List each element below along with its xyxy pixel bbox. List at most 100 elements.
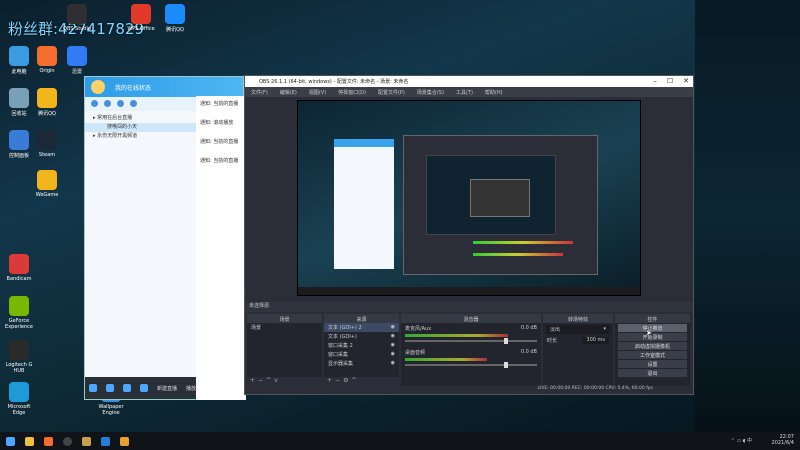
file-explorer-icon[interactable] bbox=[25, 436, 34, 446]
transition-select[interactable]: 淡出 ▾ bbox=[546, 325, 610, 334]
source-item[interactable]: 文本 (GDI+) ◉ bbox=[324, 332, 399, 341]
start-recording-button[interactable]: 开始录制 bbox=[618, 333, 687, 341]
add-icon[interactable]: + bbox=[250, 377, 258, 384]
origin-taskbar-icon[interactable] bbox=[44, 436, 53, 446]
source-item[interactable]: 文本 (GDI+) 2 ◉ bbox=[324, 323, 399, 332]
eye-icon[interactable]: ◉ bbox=[391, 324, 395, 331]
chat-panel: 通知: 当前的直播 通知: 滚动播放 通知: 当前的直播 通知: 当前的直播 bbox=[196, 96, 246, 400]
qq-taskbar-icon[interactable] bbox=[101, 436, 110, 446]
chat-line: 通知: 滚动播放 bbox=[200, 120, 234, 126]
source-item[interactable]: 窗口采集 ◉ bbox=[324, 350, 399, 359]
wegame-icon bbox=[37, 170, 57, 190]
desktop-icon[interactable]: OBS Studio bbox=[60, 4, 94, 32]
studio-mode-bar: 未选择源 bbox=[245, 302, 693, 312]
scene-item[interactable]: 场景 bbox=[247, 323, 322, 332]
mixer-dock: 混音器 麦克风/Aux 0.0 dB 桌面音频 0.0 dB bbox=[401, 314, 541, 386]
obs-statusbar: LIVE: 00:00:00 REC: 00:00:00 CPU: 5.4%, … bbox=[245, 386, 693, 394]
desktop-icon[interactable]: Bandicam bbox=[2, 254, 36, 282]
eye-icon[interactable]: ◉ bbox=[391, 333, 395, 340]
menu-edit[interactable]: 编辑(E) bbox=[280, 89, 297, 96]
minimize-icon[interactable]: – bbox=[653, 77, 657, 85]
volume-slider[interactable] bbox=[405, 362, 537, 368]
controls-dock: 控件 停止推流 开始录制 启动虚拟摄像机 工作室模式 设置 退出 bbox=[615, 314, 690, 386]
menu-icon[interactable] bbox=[89, 384, 97, 392]
clock[interactable]: 22:07 2021/6/4 bbox=[772, 434, 794, 446]
menu-profile[interactable]: 配置文件(P) bbox=[378, 89, 405, 96]
menu-help[interactable]: 帮助(H) bbox=[485, 89, 503, 96]
source-item[interactable]: 窗口采集 2 ◉ bbox=[324, 341, 399, 350]
maximize-icon[interactable]: ☐ bbox=[667, 77, 673, 85]
group-icon[interactable] bbox=[104, 100, 111, 107]
obs-taskbar-icon[interactable] bbox=[63, 436, 72, 446]
eye-icon[interactable]: ◉ bbox=[391, 342, 395, 349]
settings-button[interactable]: 设置 bbox=[618, 360, 687, 368]
obs-titlebar: OBS 26.1.1 (64-bit, windows) - 配置文件: 未命名… bbox=[245, 76, 693, 87]
sources-dock: 来源 文本 (GDI+) 2 ◉ 文本 (GDI+) ◉ 窗口采集 2 ◉ 窗口采集 ◉… bbox=[324, 314, 399, 386]
add-icon[interactable]: + bbox=[327, 377, 335, 384]
desktop-icon[interactable]: Logitech G HUB bbox=[2, 340, 36, 374]
contacts-icon[interactable] bbox=[91, 100, 98, 107]
wps-icon bbox=[131, 4, 151, 24]
scenes-dock-title: 场景 bbox=[247, 314, 322, 323]
close-icon[interactable]: ✕ bbox=[683, 77, 689, 85]
taskbar: ⌃ ▭ ◖ 中 22:07 2021/6/4 bbox=[0, 432, 800, 450]
virtual-camera-button[interactable]: 启动虚拟摄像机 bbox=[618, 342, 687, 350]
desktop-icon[interactable]: 腾讯QQ bbox=[158, 4, 192, 33]
new-live-button[interactable]: 新建直播 bbox=[157, 385, 177, 392]
chat-line: 通知: 当前的直播 bbox=[200, 158, 239, 164]
volume-icon[interactable] bbox=[140, 384, 148, 392]
eye-icon[interactable]: ◉ bbox=[391, 360, 395, 367]
scenes-dock: 场景 场景 +−^v bbox=[247, 314, 322, 386]
logitech-icon bbox=[9, 340, 29, 360]
sources-dock-toolbar: +−⚙^ bbox=[324, 377, 399, 386]
desktop-icon[interactable]: Microsoft Edge bbox=[2, 382, 36, 416]
message-icon[interactable] bbox=[130, 100, 137, 107]
mic-icon[interactable] bbox=[106, 384, 114, 392]
menu-view[interactable]: 视图(V) bbox=[309, 89, 326, 96]
source-item[interactable]: 显示器采集 ◉ bbox=[324, 359, 399, 368]
exit-button[interactable]: 退出 bbox=[618, 369, 687, 377]
duration-label: 时长 bbox=[547, 338, 558, 344]
avatar[interactable] bbox=[91, 80, 105, 94]
duration-row: 时长 300 ms bbox=[543, 336, 613, 345]
studio-mode-button[interactable]: 工作室模式 bbox=[618, 351, 687, 359]
preview-taskbar bbox=[298, 287, 640, 295]
preview-nested-obs bbox=[470, 179, 530, 217]
recycle-bin-icon bbox=[9, 88, 29, 108]
desktop-icon[interactable]: 腾讯QQ bbox=[30, 88, 64, 117]
desktop-icon[interactable]: Steam bbox=[30, 130, 64, 158]
volume-slider[interactable] bbox=[405, 338, 537, 344]
obs-window: OBS 26.1.1 (64-bit, windows) - 配置文件: 未命名… bbox=[244, 75, 694, 395]
obs-preview[interactable] bbox=[297, 100, 641, 296]
menu-scene-collection[interactable]: 场景集合(S) bbox=[417, 89, 444, 96]
duration-input[interactable]: 300 ms bbox=[582, 337, 609, 344]
desktop-icon[interactable]: 迅雷 bbox=[60, 46, 94, 75]
app-taskbar-icon[interactable] bbox=[120, 436, 129, 446]
menu-tools[interactable]: 工具(T) bbox=[456, 89, 473, 96]
settings-icon[interactable] bbox=[117, 100, 124, 107]
app-taskbar-icon[interactable] bbox=[82, 436, 91, 446]
menu-file[interactable]: 文件(F) bbox=[251, 89, 268, 96]
start-icon[interactable] bbox=[6, 436, 15, 446]
obs-window-title: OBS 26.1.1 (64-bit, windows) - 配置文件: 未命名… bbox=[259, 79, 409, 85]
channel-name: 麦克风/Aux bbox=[405, 326, 432, 332]
desktop-icon[interactable]: WPS Office bbox=[124, 4, 158, 32]
desktop-icon[interactable]: Origin bbox=[30, 46, 64, 74]
down-icon[interactable]: v bbox=[274, 377, 281, 384]
system-tray[interactable]: ⌃ ▭ ◖ 中 bbox=[731, 437, 752, 444]
equalizer-icon[interactable] bbox=[123, 384, 131, 392]
channel-db: 0.0 dB bbox=[520, 349, 537, 355]
preview-audio-meter bbox=[473, 241, 573, 244]
menu-docks[interactable]: 停靠窗口(D) bbox=[338, 89, 366, 96]
qq-window-title: 我的在线状态 bbox=[115, 85, 152, 92]
desktop-icon[interactable]: GeForce Experience bbox=[2, 296, 36, 330]
remove-icon[interactable]: − bbox=[258, 377, 266, 384]
eye-icon[interactable]: ◉ bbox=[391, 351, 395, 358]
channel-name: 桌面音频 bbox=[405, 350, 426, 356]
up-icon[interactable]: ^ bbox=[351, 377, 359, 384]
up-icon[interactable]: ^ bbox=[266, 377, 274, 384]
stop-streaming-button[interactable]: 停止推流 bbox=[618, 324, 687, 332]
chat-line: 通知: 当前的直播 bbox=[200, 139, 239, 145]
remove-icon[interactable]: − bbox=[335, 377, 343, 384]
desktop-icon[interactable]: WeGame bbox=[30, 170, 64, 198]
